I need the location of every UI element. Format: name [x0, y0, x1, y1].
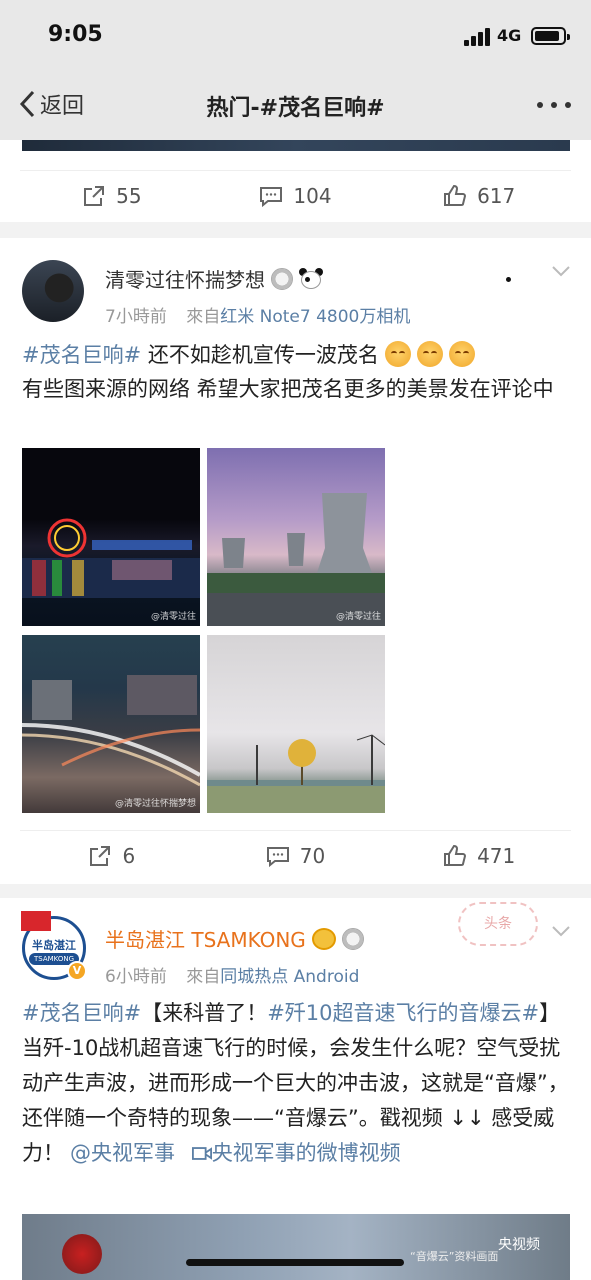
post-photo-night-ferris-wheel[interactable]: @清零过往 — [22, 448, 200, 626]
stamp-text: 头条 — [484, 916, 512, 932]
post-text: #茂名巨响# 还不如趁机宣传一波茂名 有些图来源的网络 希望大家把茂名更多的美景… — [22, 338, 570, 406]
seaside-trees-scene — [207, 734, 385, 813]
hashtag-link[interactable]: #茂名巨响# — [22, 343, 141, 367]
video-link-icon — [191, 1147, 212, 1160]
video-link[interactable]: 央视军事的微博视频 — [191, 1141, 401, 1165]
hashtag-link[interactable]: #歼10超音速飞行的音爆云# — [267, 1001, 539, 1025]
post-username[interactable]: 半岛湛江 TSAMKONG — [105, 924, 364, 953]
nav-bar: 返回 热门-#茂名巨响# — [0, 70, 591, 140]
repost-button[interactable]: 6 — [20, 831, 204, 880]
comment-icon — [266, 846, 289, 867]
post-text-a: 【来科普了！ — [141, 1001, 268, 1025]
thumbs-up-icon — [444, 844, 467, 866]
chevron-down-icon[interactable] — [551, 924, 571, 938]
thumbs-up-icon — [444, 184, 467, 206]
post-actions: 55 104 617 — [20, 170, 571, 220]
post-card-2: 清零过往怀揣梦想 7小時前 來自红米 Note7 4800万相机 #茂名巨响# … — [0, 238, 591, 884]
post-text: #茂名巨响#【来科普了！#歼10超音速飞行的音爆云#】当歼-10战机超音速飞行的… — [22, 996, 570, 1171]
hashtag-link[interactable]: #茂名巨响# — [22, 1001, 141, 1025]
post-text-line2: 有些图来源的网络 希望大家把茂名更多的美景发在评论中 — [22, 377, 554, 401]
comment-button[interactable]: 70 — [204, 831, 388, 880]
flag-icon — [21, 911, 51, 931]
repost-button[interactable]: 55 — [20, 171, 204, 220]
from-label: 來自 — [186, 967, 221, 987]
post-actions: 6 70 471 — [20, 830, 571, 880]
post-image-partial[interactable] — [22, 140, 570, 151]
chevron-down-icon[interactable] — [551, 264, 571, 278]
post-meta: 6小時前 來自同城热点 Android — [105, 962, 359, 987]
photo-watermark: @清零过往 — [335, 612, 381, 622]
username-text: 清零过往怀揣梦想 — [105, 268, 265, 292]
video-brand: 央视频 — [498, 1237, 540, 1253]
post-source[interactable]: 红米 Note7 4800万相机 — [220, 307, 410, 327]
post-text-line1: 还不如趁机宣传一波茂名 — [141, 343, 379, 367]
video-link-label: 央视军事的微博视频 — [211, 1141, 401, 1165]
battery-icon — [531, 27, 570, 45]
more-options-button[interactable] — [537, 102, 571, 108]
repost-count: 6 — [122, 843, 136, 868]
repost-icon — [84, 185, 105, 206]
verified-badge-icon: V — [67, 961, 87, 981]
panda-badge-icon — [299, 267, 511, 290]
avatar[interactable]: 半岛湛江 TSAMKONG V — [21, 911, 87, 981]
headline-stamp: 头条 — [458, 902, 538, 946]
vip-crown-icon — [311, 927, 336, 950]
like-button[interactable]: 617 — [387, 171, 571, 220]
signal-icon — [464, 28, 492, 46]
avatar-logo-text: 半岛湛江 — [32, 939, 76, 952]
comment-button[interactable]: 104 — [204, 171, 388, 220]
post-photo-cooling-towers[interactable]: @清零过往 — [207, 448, 385, 626]
like-button[interactable]: 471 — [387, 831, 571, 880]
post-photo-light-trails[interactable]: @清零过往怀揣梦想 — [22, 635, 200, 813]
page-title: 热门-#茂名巨响# — [206, 96, 385, 121]
status-time: 9:05 — [48, 22, 103, 47]
from-label: 來自 — [186, 307, 221, 327]
top-bar: 9:05 4G 返回 热门-#茂名巨响# — [0, 0, 591, 140]
comment-count: 70 — [299, 843, 326, 868]
post-time: 6小時前 — [105, 967, 167, 987]
like-count: 617 — [477, 183, 516, 208]
post-photo-seaside-trees[interactable] — [207, 635, 385, 813]
repost-icon — [90, 845, 111, 866]
army-star-icon — [62, 1234, 102, 1274]
home-indicator[interactable] — [186, 1259, 404, 1266]
smile-emoji-icon — [384, 341, 411, 367]
post-time: 7小時前 — [105, 307, 167, 327]
cooling-towers-scene — [207, 493, 385, 626]
light-trails-scene — [22, 675, 200, 787]
repost-count: 55 — [116, 183, 142, 208]
photo-watermark: @清零过往怀揣梦想 — [114, 799, 196, 809]
like-count: 471 — [477, 843, 516, 868]
post-card-3: 头条 半岛湛江 TSAMKONG V 半岛湛江 TSAMKONG 6小時前 來自… — [0, 898, 591, 1280]
medal-badge-icon — [271, 267, 293, 290]
post-source[interactable]: 同城热点 Android — [220, 967, 359, 987]
post-meta: 7小時前 來自红米 Note7 4800万相机 — [105, 302, 410, 327]
status-bar: 9:05 4G — [0, 0, 591, 70]
comment-icon — [260, 186, 283, 207]
avatar[interactable] — [22, 260, 84, 322]
video-caption: “音爆云”资料画面 — [410, 1250, 499, 1263]
smile-emoji-icon — [416, 341, 443, 367]
smile-emoji-icon — [448, 341, 475, 367]
video-thumbnail[interactable]: “音爆云”资料画面 央视频 — [22, 1214, 570, 1280]
medal-badge-icon — [341, 927, 364, 950]
photo-watermark: @清零过往 — [150, 612, 196, 622]
username-text: 半岛湛江 TSAMKONG — [105, 928, 306, 952]
network-type: 4G — [497, 26, 522, 45]
comment-count: 104 — [293, 183, 332, 208]
mention-link[interactable]: @央视军事 — [70, 1141, 175, 1165]
ferris-wheel-scene — [22, 518, 200, 598]
post-card-1: 55 104 617 — [0, 140, 591, 222]
post-username[interactable]: 清零过往怀揣梦想 — [105, 264, 511, 293]
